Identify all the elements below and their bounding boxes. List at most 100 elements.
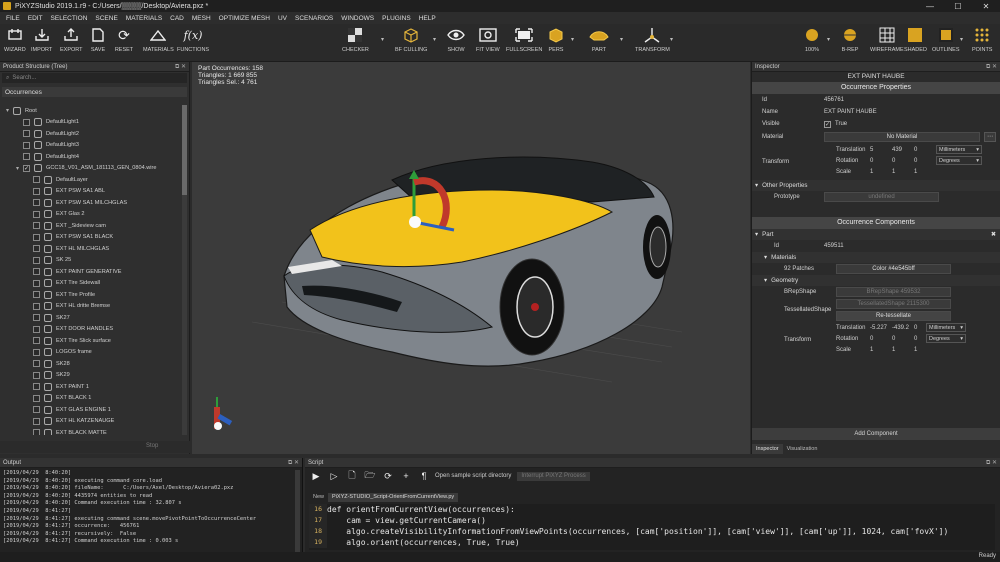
- panel-float-close-icon[interactable]: ⧉ ✕: [288, 459, 302, 467]
- tree-row[interactable]: EXT PAINT GENERATIVE: [2, 266, 180, 278]
- tree-row[interactable]: EXT HL KATZENAUGE: [2, 416, 180, 428]
- add-component-button[interactable]: Add Component: [752, 428, 1000, 440]
- tree-row[interactable]: EXT Tire Profile: [2, 289, 180, 301]
- output-scrollbar[interactable]: [295, 470, 300, 560]
- tree-scrollbar[interactable]: [182, 105, 187, 435]
- c-rotation-z[interactable]: 0: [914, 336, 926, 342]
- 3d-viewport[interactable]: Part Occurrences: 158 Triangles: 1 669 8…: [192, 62, 750, 454]
- visibility-checkbox[interactable]: [33, 176, 40, 184]
- tree-row[interactable]: SK 25: [2, 255, 180, 267]
- close-button[interactable]: ✕: [972, 2, 1000, 11]
- part-button[interactable]: PART: [589, 26, 609, 53]
- pilcrow-icon[interactable]: ¶: [417, 470, 431, 482]
- tree-row[interactable]: EXT BLACK 1: [2, 393, 180, 405]
- visibility-checkbox[interactable]: [33, 429, 40, 435]
- tree-row[interactable]: EXT Tire Slick surface: [2, 335, 180, 347]
- tree-row[interactable]: SK28: [2, 358, 180, 370]
- shaded-button[interactable]: SHADED: [904, 26, 927, 53]
- visibility-checkbox[interactable]: [23, 153, 30, 161]
- visibility-checkbox[interactable]: [33, 337, 40, 345]
- tree-expander-icon[interactable]: ▾: [16, 165, 23, 172]
- transform-dropdown-icon[interactable]: ▾: [670, 36, 673, 43]
- pers-dropdown-icon[interactable]: ▾: [571, 36, 574, 43]
- tree-row[interactable]: LOGOS frame: [2, 347, 180, 359]
- wireframe-button[interactable]: WIREFRAME: [870, 26, 904, 53]
- zoom-dropdown-icon[interactable]: ▾: [827, 36, 830, 43]
- zoom-button[interactable]: 100%: [802, 26, 822, 53]
- visibility-checkbox[interactable]: [33, 210, 40, 218]
- panel-float-close-icon[interactable]: ⧉ ✕: [986, 63, 1000, 71]
- tree-row[interactable]: ▾ Root: [2, 105, 180, 117]
- tree-row[interactable]: DefaultLight3: [2, 140, 180, 152]
- materials-button[interactable]: MATERIALS: [143, 26, 174, 53]
- visibility-checkbox[interactable]: [33, 279, 40, 287]
- visibility-checkbox[interactable]: [33, 360, 40, 368]
- patch-color-field[interactable]: Color #4e545bff: [836, 264, 951, 274]
- visibility-checkbox[interactable]: [23, 130, 30, 138]
- wizard-button[interactable]: WIZARD: [4, 26, 26, 53]
- tree-row[interactable]: EXT PSW SA1 BLACK: [2, 232, 180, 244]
- menu-edit[interactable]: EDIT: [24, 15, 47, 22]
- visibility-checkbox[interactable]: [33, 371, 40, 379]
- menu-scenarios[interactable]: SCENARIOS: [291, 15, 337, 22]
- tree-row[interactable]: DefaultLayer: [2, 174, 180, 186]
- visibility-checkbox[interactable]: [33, 187, 40, 195]
- visibility-checkbox[interactable]: [33, 245, 40, 253]
- transform-button[interactable]: TRANSFORM: [635, 26, 670, 53]
- tree-row[interactable]: EXT BLACK MATTE: [2, 427, 180, 435]
- tab-visualization[interactable]: Visualization: [783, 444, 822, 454]
- visibility-checkbox[interactable]: [33, 325, 40, 333]
- functions-button[interactable]: f(x) FUNCTIONS: [177, 26, 209, 54]
- visibility-checkbox[interactable]: [33, 383, 40, 391]
- visibility-checkbox[interactable]: ✓: [23, 164, 30, 172]
- checker-button[interactable]: CHECKER: [342, 26, 369, 53]
- c-translation-unit-select[interactable]: Millimeters ▾: [926, 323, 966, 332]
- visibility-checkbox[interactable]: [33, 268, 40, 276]
- code-editor[interactable]: 16 def orientFromCurrentView(occurrences)…: [309, 504, 995, 550]
- rotation-y[interactable]: 0: [892, 158, 914, 164]
- points-button[interactable]: POINTS: [972, 26, 992, 53]
- scale-x[interactable]: 1: [870, 169, 892, 175]
- stop-button[interactable]: Stop: [146, 443, 158, 449]
- rotation-z[interactable]: 0: [914, 158, 936, 164]
- tree-row[interactable]: DefaultLight4: [2, 151, 180, 163]
- material-picker-button[interactable]: ⋯: [984, 132, 996, 142]
- export-button[interactable]: EXPORT: [60, 26, 83, 53]
- tree-scrollbar-thumb[interactable]: [182, 105, 187, 195]
- visibility-checkbox[interactable]: [33, 222, 40, 230]
- prototype-field[interactable]: undefined: [824, 192, 939, 202]
- open-script-icon[interactable]: 🗁: [363, 470, 377, 482]
- menu-optimize-mesh[interactable]: OPTIMIZE MESH: [215, 15, 274, 22]
- tab-new[interactable]: New: [309, 493, 328, 502]
- brep-button[interactable]: B-REP: [840, 26, 860, 53]
- translation-x[interactable]: 5: [870, 147, 892, 153]
- code-line[interactable]: 17 cam = view.getCurrentCamera(): [309, 515, 995, 526]
- reload-icon[interactable]: ⟳: [381, 470, 395, 482]
- c-rotation-y[interactable]: 0: [892, 336, 914, 342]
- scale-y[interactable]: 1: [892, 169, 914, 175]
- save-button[interactable]: SAVE: [88, 26, 108, 53]
- menu-selection[interactable]: SELECTION: [47, 15, 92, 22]
- menu-file[interactable]: FILE: [2, 15, 24, 22]
- fullscreen-button[interactable]: FULLSCREEN: [506, 26, 542, 53]
- c-translation-z[interactable]: 0: [914, 325, 926, 331]
- tab-script-file[interactable]: PiXYZ-STUDIO_Script-OrientFromCurrentVie…: [328, 493, 459, 502]
- visibility-checkbox[interactable]: [33, 348, 40, 356]
- bf-culling-dropdown-icon[interactable]: ▾: [433, 36, 436, 43]
- translation-y[interactable]: 439: [892, 147, 914, 153]
- tree-row[interactable]: EXT GLAS ENGINE 1: [2, 404, 180, 416]
- tree-row[interactable]: DefaultLight2: [2, 128, 180, 140]
- menu-help[interactable]: HELP: [415, 15, 440, 22]
- rotation-unit-select[interactable]: Degrees ▾: [936, 156, 982, 165]
- panel-float-close-icon[interactable]: ⧉ ✕: [175, 63, 189, 71]
- tab-inspector[interactable]: Inspector: [752, 444, 783, 454]
- visibility-checkbox[interactable]: [33, 394, 40, 402]
- rotation-x[interactable]: 0: [870, 158, 892, 164]
- new-script-icon[interactable]: 🗋: [345, 470, 359, 482]
- pers-button[interactable]: PERS: [546, 26, 566, 53]
- tree-row[interactable]: EXT HL dritte Bremse: [2, 301, 180, 313]
- open-sample-directory-button[interactable]: Open sample script directory: [435, 473, 511, 479]
- maximize-button[interactable]: ☐: [944, 2, 972, 11]
- c-translation-x[interactable]: -5.227: [870, 325, 892, 331]
- code-line[interactable]: 18 algo.createVisibilityInformationFromV…: [309, 526, 995, 537]
